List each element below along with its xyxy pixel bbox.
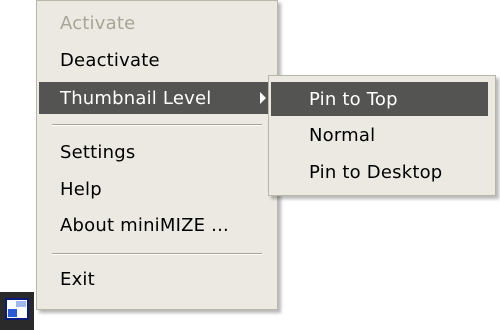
menu-item-activate[interactable]: Activate — [39, 7, 275, 39]
menu-item-deactivate[interactable]: Deactivate — [39, 44, 275, 76]
menu-item-thumbnail-level[interactable]: Thumbnail Level — [39, 82, 275, 114]
menu-item-label: Settings — [60, 141, 136, 163]
submenu-item-pin-to-desktop[interactable]: Pin to Desktop — [271, 156, 488, 188]
menu-item-exit[interactable]: Exit — [39, 263, 275, 295]
menu-item-label: Activate — [60, 12, 136, 34]
taskbar — [0, 292, 34, 330]
thumbnail-level-submenu: Pin to Top Normal Pin to Desktop — [268, 75, 496, 196]
menu-item-label: Help — [60, 178, 102, 200]
menu-item-about[interactable]: About miniMIZE ... — [39, 209, 275, 241]
menu-item-help[interactable]: Help — [39, 173, 275, 205]
minimize-app-icon[interactable] — [5, 298, 29, 320]
menu-separator — [52, 124, 262, 126]
submenu-item-label: Pin to Desktop — [309, 161, 443, 183]
menu-item-label: Exit — [60, 268, 95, 290]
submenu-item-normal[interactable]: Normal — [271, 119, 488, 151]
submenu-item-label: Pin to Top — [309, 88, 398, 110]
submenu-arrow-icon — [260, 92, 266, 104]
context-menu: Activate Deactivate Thumbnail Level Sett… — [36, 0, 278, 310]
menu-item-settings[interactable]: Settings — [39, 136, 275, 168]
menu-item-label: Deactivate — [60, 49, 160, 71]
menu-item-label: Thumbnail Level — [60, 87, 212, 109]
menu-separator — [52, 253, 262, 255]
submenu-item-pin-to-top[interactable]: Pin to Top — [271, 82, 488, 116]
menu-item-label: About miniMIZE ... — [60, 214, 229, 236]
submenu-item-label: Normal — [309, 124, 376, 146]
